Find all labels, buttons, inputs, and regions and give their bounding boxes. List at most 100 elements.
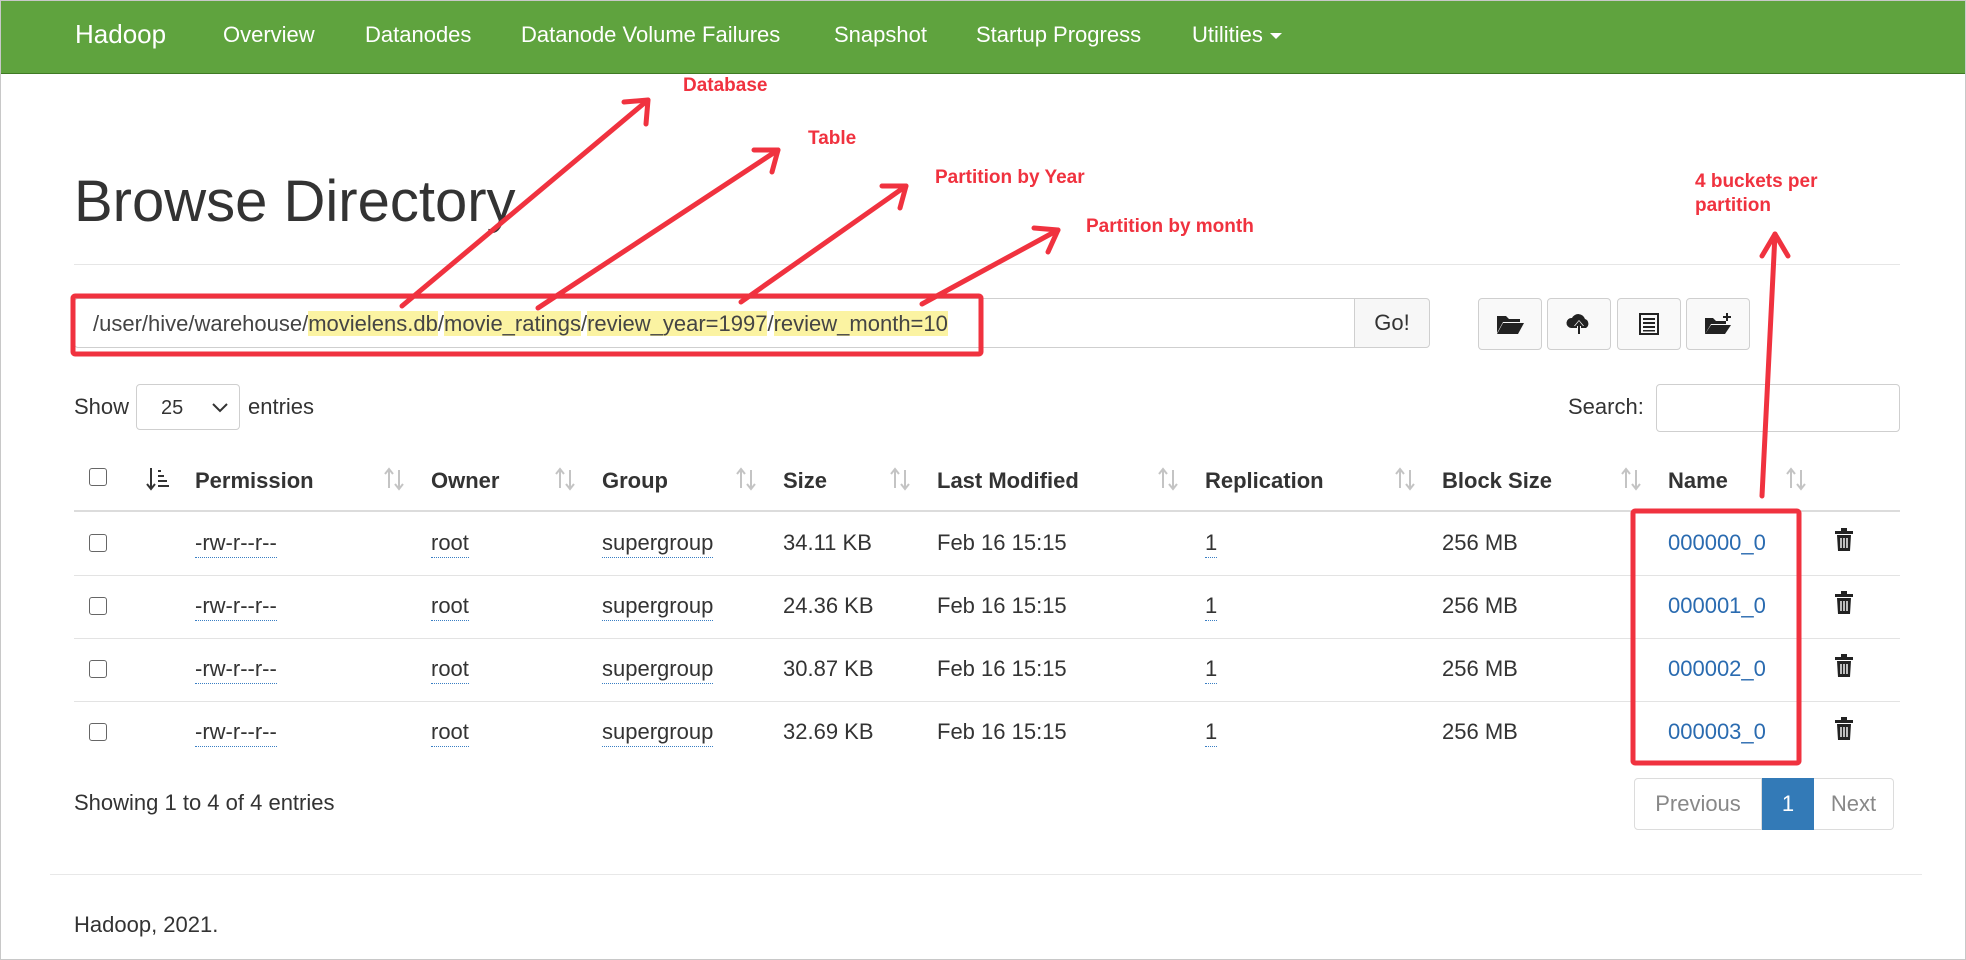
entries-label: entries <box>248 394 315 419</box>
cell-permission[interactable]: -rw-r--r-- <box>195 530 277 558</box>
sort-icon[interactable] <box>383 466 405 492</box>
table-info: Showing 1 to 4 of 4 entries <box>74 790 335 815</box>
search-input[interactable] <box>1656 384 1900 432</box>
upload-button[interactable] <box>1547 298 1611 350</box>
row-divider <box>74 575 1900 576</box>
cell-block-size: 256 MB <box>1442 656 1518 681</box>
path-segment-table: movie_ratings <box>444 311 581 336</box>
row-checkbox[interactable] <box>89 597 107 615</box>
annotation-partition-month: Partition by month <box>1086 216 1254 237</box>
cell-owner[interactable]: root <box>431 656 469 684</box>
nav-startup-progress[interactable]: Startup Progress <box>976 22 1141 48</box>
create-folder-icon <box>1705 313 1731 334</box>
cell-owner[interactable]: root <box>431 593 469 621</box>
entries-select-value: 25 <box>161 397 184 419</box>
directory-path-input[interactable]: /user/hive/warehouse/movielens.db / movie_… <box>74 298 1356 348</box>
annotation-partition-year: Partition by Year <box>935 167 1085 188</box>
sort-icon[interactable] <box>1620 466 1642 492</box>
folder-open-icon <box>1497 316 1524 334</box>
nav-snapshot[interactable]: Snapshot <box>834 22 927 48</box>
list-icon <box>1639 313 1659 335</box>
file-name-link[interactable]: 000003_0 <box>1668 719 1766 745</box>
header-name[interactable]: Name <box>1668 468 1728 494</box>
page-1-button[interactable]: 1 <box>1762 778 1814 830</box>
cell-last-modified: Feb 16 15:15 <box>937 593 1067 618</box>
nav-utilities-label: Utilities <box>1192 22 1263 47</box>
cell-group[interactable]: supergroup <box>602 530 714 558</box>
table-header-divider <box>74 510 1900 512</box>
path-segment-year: review_year=1997 <box>587 311 768 336</box>
cell-permission[interactable]: -rw-r--r-- <box>195 719 277 747</box>
create-directory-button[interactable] <box>1686 298 1750 350</box>
cell-block-size: 256 MB <box>1442 530 1518 555</box>
annotation-buckets-line2: partition <box>1695 195 1771 216</box>
previous-page-button[interactable]: Previous <box>1634 778 1762 830</box>
header-size[interactable]: Size <box>783 468 827 494</box>
cell-size: 34.11 KB <box>783 530 872 555</box>
cell-block-size: 256 MB <box>1442 593 1518 618</box>
cell-last-modified: Feb 16 15:15 <box>937 719 1067 744</box>
file-name-link[interactable]: 000002_0 <box>1668 656 1766 682</box>
nav-datanodes[interactable]: Datanodes <box>365 22 471 48</box>
next-page-button[interactable]: Next <box>1814 778 1894 830</box>
cell-replication[interactable]: 1 <box>1205 656 1218 684</box>
cell-last-modified: Feb 16 15:15 <box>937 656 1067 681</box>
path-separator: / <box>767 311 774 336</box>
header-group[interactable]: Group <box>602 468 668 494</box>
header-owner[interactable]: Owner <box>431 468 499 494</box>
go-button[interactable]: Go! <box>1354 298 1430 348</box>
cell-permission[interactable]: -rw-r--r-- <box>195 656 277 684</box>
cell-group[interactable]: supergroup <box>602 719 714 747</box>
pagination: Previous 1 Next <box>1634 778 1894 830</box>
cell-group[interactable]: supergroup <box>602 593 714 621</box>
entries-per-page-select[interactable]: 25 <box>136 384 240 430</box>
page-title: Browse Directory <box>74 169 516 234</box>
cell-group[interactable]: supergroup <box>602 656 714 684</box>
row-divider <box>74 701 1900 702</box>
cell-owner[interactable]: root <box>431 719 469 747</box>
sort-icon[interactable] <box>735 466 757 492</box>
path-prefix: /user/hive/warehouse/ <box>93 311 309 336</box>
row-checkbox[interactable] <box>89 660 107 678</box>
row-checkbox[interactable] <box>89 534 107 552</box>
path-segment-database: movielens.db <box>308 311 438 336</box>
header-block-size[interactable]: Block Size <box>1442 468 1552 494</box>
cell-owner[interactable]: root <box>431 530 469 558</box>
header-replication[interactable]: Replication <box>1205 468 1324 494</box>
footer-text: Hadoop, 2021. <box>74 912 219 937</box>
header-last-modified[interactable]: Last Modified <box>937 468 1079 494</box>
annotation-table: Table <box>808 128 857 149</box>
cloud-upload-icon <box>1566 314 1589 334</box>
sort-icon[interactable] <box>554 466 576 492</box>
open-directory-button[interactable] <box>1478 298 1542 350</box>
sort-icon[interactable] <box>1785 466 1807 492</box>
cell-size: 32.69 KB <box>783 719 874 744</box>
cell-replication[interactable]: 1 <box>1205 719 1218 747</box>
brand-link[interactable]: Hadoop <box>75 19 166 50</box>
caret-down-icon <box>1269 33 1282 40</box>
footer-divider <box>50 874 1922 875</box>
trash-icon[interactable] <box>1834 591 1854 615</box>
file-name-link[interactable]: 000001_0 <box>1668 593 1766 619</box>
cell-replication[interactable]: 1 <box>1205 593 1218 621</box>
nav-utilities-dropdown[interactable]: Utilities <box>1192 22 1282 48</box>
nav-overview[interactable]: Overview <box>223 22 315 48</box>
cell-permission[interactable]: -rw-r--r-- <box>195 593 277 621</box>
row-checkbox[interactable] <box>89 723 107 741</box>
sort-ascending-icon[interactable] <box>146 466 170 492</box>
trash-icon[interactable] <box>1834 717 1854 741</box>
trash-icon[interactable] <box>1834 528 1854 552</box>
sort-icon[interactable] <box>889 466 911 492</box>
sort-icon[interactable] <box>1157 466 1179 492</box>
show-label: Show <box>74 394 130 419</box>
select-all-checkbox[interactable] <box>89 468 107 486</box>
view-list-button[interactable] <box>1617 298 1681 350</box>
sort-icon[interactable] <box>1394 466 1416 492</box>
trash-icon[interactable] <box>1834 654 1854 678</box>
header-permission[interactable]: Permission <box>195 468 314 494</box>
path-segment-month: review_month=10 <box>773 311 948 336</box>
file-name-link[interactable]: 000000_0 <box>1668 530 1766 556</box>
cell-replication[interactable]: 1 <box>1205 530 1218 558</box>
nav-datanode-volume-failures[interactable]: Datanode Volume Failures <box>521 22 780 48</box>
row-divider <box>74 638 1900 639</box>
